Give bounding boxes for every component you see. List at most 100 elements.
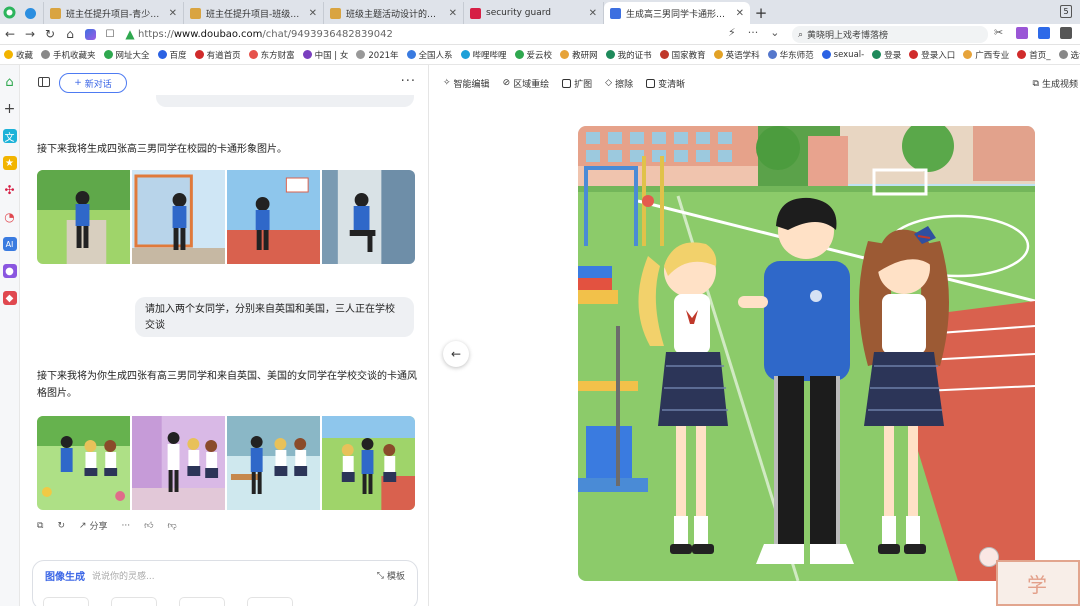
generated-image-thumbnail[interactable] — [322, 170, 415, 264]
tab-close-icon[interactable]: ✕ — [449, 8, 457, 19]
bookmark-5[interactable]: 东方财富 — [245, 49, 299, 61]
bookmark-0[interactable]: 收藏 — [0, 49, 37, 61]
bookmark-7[interactable]: 2021年 — [352, 49, 402, 61]
generated-image-thumbnail[interactable] — [132, 416, 225, 510]
expand-image-button[interactable]: 扩图 — [562, 77, 592, 90]
browser-logo-icon[interactable] — [0, 0, 18, 24]
tab-count-badge[interactable]: 5 — [1060, 5, 1072, 18]
bookmark-11[interactable]: 教研网 — [556, 49, 602, 61]
tab-0[interactable]: 班主任提升项目-青少年心理健 ✕ — [44, 2, 184, 24]
generated-image-large[interactable] — [578, 126, 1035, 581]
bookmark-14[interactable]: 英语学科 — [710, 49, 764, 61]
bookmark-favicon-icon — [821, 50, 831, 59]
generated-image-thumbnail[interactable] — [227, 416, 320, 510]
generated-image-thumbnail[interactable] — [322, 416, 415, 510]
search-box[interactable]: ⌕ 黄晓明上戏考博落榜 — [792, 26, 988, 43]
bookmark-19[interactable]: 广西专业 — [959, 49, 1013, 61]
home-icon[interactable]: ⌂ — [3, 75, 17, 90]
bookmark-20[interactable]: 首页_ — [1013, 49, 1054, 61]
generated-image-thumbnail[interactable] — [227, 170, 320, 264]
ai-icon[interactable]: AI — [2, 237, 17, 251]
tab-2[interactable]: 班级主题活动设计的创新理念 ✕ — [324, 2, 464, 24]
tab-close-icon[interactable]: ✕ — [589, 8, 597, 19]
profile-icon[interactable]: ☐ — [100, 24, 120, 44]
enhance-button[interactable]: 变清晰 — [646, 77, 685, 90]
previous-image-button[interactable]: ← — [443, 341, 469, 367]
tab-close-icon[interactable]: ✕ — [736, 8, 744, 19]
mode-label[interactable]: 图像生成 — [45, 568, 85, 583]
option-chip[interactable] — [247, 597, 293, 606]
video-icon: ⧉ — [1032, 78, 1039, 89]
prompt-input[interactable]: 说说你的灵感... — [92, 569, 155, 582]
dropdown-icon[interactable]: ⌄ — [770, 26, 779, 39]
more-icon[interactable]: ··· — [748, 26, 759, 39]
sidebar-toggle-icon[interactable] — [38, 77, 50, 87]
bookmark-3[interactable]: 百度 — [154, 49, 191, 61]
generated-image-thumbnail[interactable] — [132, 170, 225, 264]
more-actions-icon[interactable]: ··· — [122, 521, 131, 531]
composer-options — [43, 597, 293, 606]
smart-edit-button[interactable]: ✧ 智能编辑 — [443, 77, 490, 90]
ai-message-1: 接下来我将生成四张高三男同学在校园的卡通形象图片。 — [37, 144, 287, 155]
option-chip[interactable] — [43, 597, 89, 606]
star-icon[interactable]: ★ — [2, 156, 17, 170]
plus-icon[interactable]: + — [3, 101, 17, 117]
back-icon[interactable]: ← — [0, 24, 20, 44]
bookmark-12[interactable]: 我的证书 — [602, 49, 656, 61]
extension-icon[interactable] — [1016, 27, 1028, 39]
tab-favicon-icon — [50, 7, 61, 19]
pinned-tab[interactable] — [18, 2, 44, 24]
school-scene-illustration — [578, 126, 1035, 581]
url-field[interactable]: https://www.doubao.com/chat/949393648283… — [138, 26, 728, 43]
new-chat-button[interactable]: + 新对话 — [59, 73, 127, 93]
bookmark-2[interactable]: 网址大全 — [100, 49, 154, 61]
bookmark-17[interactable]: 登录 — [868, 49, 905, 61]
template-button[interactable]: ⤡ 模板 — [377, 569, 405, 583]
like-icon[interactable]: 👍︎ — [144, 521, 153, 531]
erase-button[interactable]: ◇ 擦除 — [605, 77, 633, 90]
option-chip[interactable] — [111, 597, 157, 606]
generated-image-thumbnail[interactable] — [37, 170, 130, 264]
bookmark-21[interactable]: 选课学习 — [1055, 49, 1080, 61]
bookmark-13[interactable]: 国家教育 — [656, 49, 710, 61]
bookmark-favicon-icon — [103, 50, 113, 59]
translate-icon[interactable]: 文 — [2, 129, 17, 144]
shield-icon[interactable]: ▲ — [120, 24, 140, 44]
message-composer[interactable]: 图像生成 说说你的灵感... ⤡ 模板 — [32, 560, 418, 606]
reload-icon[interactable]: ↻ — [40, 24, 60, 44]
tab-1[interactable]: 班主任提升项目-班级活动组织 ✕ — [184, 2, 324, 24]
new-tab-button[interactable]: + — [750, 2, 772, 24]
lightning-icon[interactable]: ⚡ — [728, 26, 736, 39]
game-icon[interactable]: ◆ — [2, 291, 17, 305]
tab-3[interactable]: security guard ✕ — [464, 2, 604, 24]
dislike-icon[interactable]: 👎︎ — [168, 521, 177, 531]
bookmark-8[interactable]: 全国人系 — [403, 49, 457, 61]
chat-bubble-icon[interactable]: ● — [2, 264, 17, 278]
scissors-icon[interactable]: ✂ — [994, 27, 1006, 39]
tab-4-active[interactable]: 生成高三男同学卡通形象 - 豆 ✕ — [604, 2, 750, 24]
bookmark-4[interactable]: 有道首页 — [191, 49, 245, 61]
bookmark-18[interactable]: 登录入口 — [905, 49, 959, 61]
network-icon[interactable]: ✣ — [3, 183, 17, 197]
tab-close-icon[interactable]: ✕ — [169, 8, 177, 19]
bookmark-1[interactable]: 手机收藏夹 — [37, 49, 100, 61]
region-redraw-button[interactable]: ⊘ 区域重绘 — [503, 77, 550, 90]
forward-icon[interactable]: → — [20, 24, 40, 44]
bookmark-10[interactable]: 爱云校 — [511, 49, 557, 61]
extension-icon[interactable] — [1038, 27, 1050, 39]
home-icon[interactable]: ⌂ — [60, 24, 80, 44]
tab-close-icon[interactable]: ✕ — [309, 8, 317, 19]
regenerate-icon[interactable]: ↻ — [57, 521, 65, 531]
puzzle-icon[interactable] — [1060, 27, 1072, 39]
option-chip[interactable] — [179, 597, 225, 606]
copy-icon[interactable]: ⧉ — [37, 521, 43, 531]
more-options-icon[interactable]: ··· — [401, 74, 416, 89]
chart-icon[interactable]: ◔ — [3, 210, 17, 224]
generated-image-thumbnail[interactable] — [37, 416, 130, 510]
generate-video-button[interactable]: ⧉ 生成视频 — [1032, 77, 1078, 91]
bookmark-9[interactable]: 哔哩哔哩 — [457, 49, 511, 61]
bookmark-15[interactable]: 华东师范 — [764, 49, 818, 61]
share-button[interactable]: ↗ 分享 — [79, 519, 108, 533]
bookmark-6[interactable]: 中国 | 女 — [299, 49, 353, 61]
bookmark-16[interactable]: sexual- — [818, 50, 869, 60]
